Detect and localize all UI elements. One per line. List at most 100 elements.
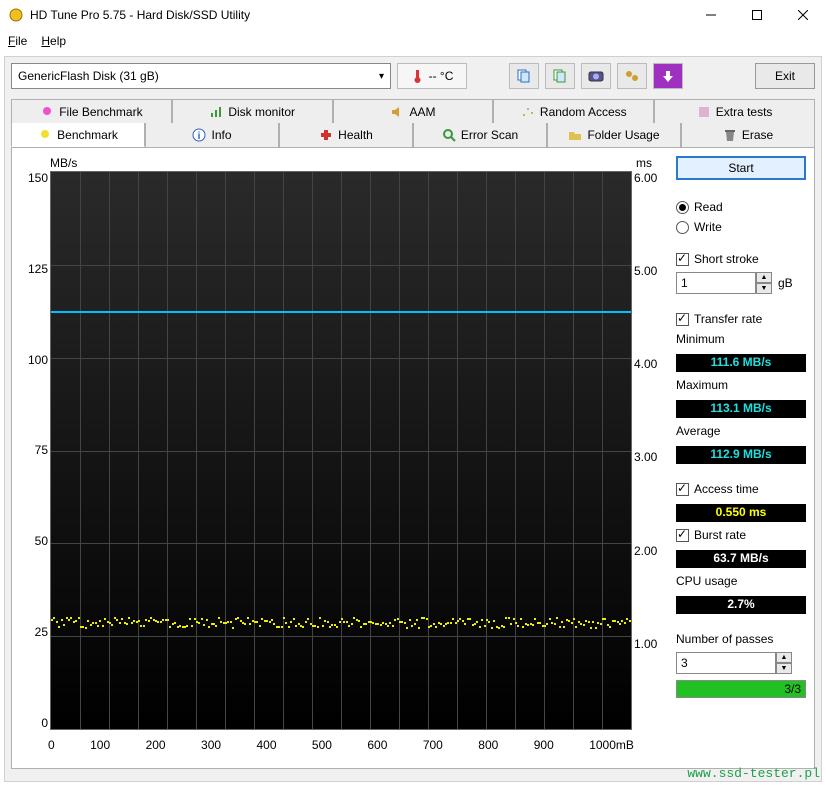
- burst-rate-checkbox[interactable]: Burst rate: [676, 528, 806, 542]
- write-label: Write: [694, 220, 722, 234]
- y-axis-right-label: ms: [636, 156, 652, 170]
- tick: 50: [20, 534, 48, 548]
- tick: 600: [367, 738, 387, 752]
- progress-text: 3/3: [784, 682, 801, 696]
- tab-erase[interactable]: Erase: [681, 123, 815, 147]
- tick: 100: [20, 353, 48, 367]
- tabs: File Benchmark Disk monitor AAM Random A…: [11, 99, 815, 769]
- toolbar: GenericFlash Disk (31 gB) ▾ -- °C Exit: [11, 63, 815, 89]
- minimum-label: Minimum: [676, 332, 806, 346]
- svg-text:i: i: [198, 131, 201, 142]
- access-time-checkbox[interactable]: Access time: [676, 482, 806, 496]
- tick: 900: [534, 738, 554, 752]
- start-button[interactable]: Start: [676, 156, 806, 180]
- tab-folder-usage[interactable]: Folder Usage: [547, 123, 681, 147]
- tick: 125: [20, 262, 48, 276]
- chevron-down-icon: ▾: [379, 71, 384, 82]
- maximum-value: 113.1 MB/s: [676, 400, 806, 418]
- tick: 1000mB: [589, 738, 634, 752]
- copy-info-button[interactable]: [509, 63, 539, 89]
- short-stroke-spinner: ▲▼ gB: [676, 272, 806, 294]
- spin-up-button[interactable]: ▲: [776, 652, 792, 663]
- menu-help[interactable]: Help: [41, 34, 66, 48]
- short-stroke-input[interactable]: [676, 272, 756, 294]
- scatter-icon: [521, 105, 535, 119]
- average-value: 112.9 MB/s: [676, 446, 806, 464]
- close-button[interactable]: [780, 0, 826, 30]
- tick: 75: [20, 443, 48, 457]
- menu-file[interactable]: File: [8, 34, 27, 48]
- tab-label: Folder Usage: [587, 128, 659, 142]
- tab-error-scan[interactable]: Error Scan: [413, 123, 547, 147]
- device-select[interactable]: GenericFlash Disk (31 gB) ▾: [11, 63, 391, 89]
- tab-label: Error Scan: [461, 128, 518, 142]
- passes-spinner: ▲▼: [676, 652, 806, 674]
- spin-down-button[interactable]: ▼: [776, 663, 792, 674]
- tick: 150: [20, 171, 48, 185]
- short-stroke-unit: gB: [778, 276, 793, 290]
- tab-health[interactable]: Health: [279, 123, 413, 147]
- save-screenshot-button[interactable]: [581, 63, 611, 89]
- info-icon: i: [192, 128, 206, 142]
- check-icon: [676, 529, 689, 542]
- speaker-icon: [390, 105, 404, 119]
- tick: 0: [20, 716, 48, 730]
- check-icon: [676, 483, 689, 496]
- tab-label: Disk monitor: [228, 105, 295, 119]
- tab-benchmark[interactable]: Benchmark: [11, 123, 145, 147]
- write-radio[interactable]: Write: [676, 220, 806, 234]
- radio-icon: [676, 201, 689, 214]
- minimize-button[interactable]: [688, 0, 734, 30]
- read-label: Read: [694, 200, 723, 214]
- tick: 6.00: [634, 171, 664, 185]
- bulb-icon: [40, 105, 54, 119]
- average-label: Average: [676, 424, 806, 438]
- y-axis-left-label: MB/s: [50, 156, 77, 170]
- tab-label: AAM: [409, 105, 435, 119]
- radio-icon: [676, 221, 689, 234]
- main-panel: GenericFlash Disk (31 gB) ▾ -- °C Exit F…: [4, 56, 822, 782]
- trash-icon: [723, 128, 737, 142]
- benchmark-panel: MB/s ms 150 125 100 75 50 25 0 6.00 5.00…: [11, 147, 815, 769]
- passes-label: Number of passes: [676, 632, 806, 646]
- exit-button[interactable]: Exit: [755, 63, 815, 89]
- window-title: HD Tune Pro 5.75 - Hard Disk/SSD Utility: [30, 8, 250, 22]
- check-icon: [676, 253, 689, 266]
- read-radio[interactable]: Read: [676, 200, 806, 214]
- temperature-value: -- °C: [429, 69, 454, 83]
- thermometer-icon: [411, 69, 425, 83]
- window-controls: [688, 0, 826, 30]
- spin-down-button[interactable]: ▼: [756, 283, 772, 294]
- tab-label: Benchmark: [57, 128, 118, 142]
- short-stroke-label: Short stroke: [694, 252, 759, 266]
- temperature-box: -- °C: [397, 63, 467, 89]
- tick: 1.00: [634, 637, 664, 651]
- burst-rate-value: 63.7 MB/s: [676, 550, 806, 568]
- tab-info[interactable]: iInfo: [145, 123, 279, 147]
- tick: 500: [312, 738, 332, 752]
- y-axis-right-ticks: 6.00 5.00 4.00 3.00 2.00 1.00: [634, 171, 664, 730]
- tick: 300: [201, 738, 221, 752]
- passes-input[interactable]: [676, 652, 776, 674]
- tests-icon: [697, 105, 711, 119]
- tab-disk-monitor[interactable]: Disk monitor: [172, 99, 333, 123]
- copy-screenshot-button[interactable]: [545, 63, 575, 89]
- title-bar: HD Tune Pro 5.75 - Hard Disk/SSD Utility: [0, 0, 826, 30]
- tab-extra-tests[interactable]: Extra tests: [654, 99, 815, 123]
- tick: 400: [256, 738, 276, 752]
- tick: 3.00: [634, 450, 664, 464]
- spin-up-button[interactable]: ▲: [756, 272, 772, 283]
- tick: 700: [423, 738, 443, 752]
- transfer-rate-checkbox[interactable]: Transfer rate: [676, 312, 806, 326]
- maximize-button[interactable]: [734, 0, 780, 30]
- plot-area: [50, 171, 632, 730]
- benchmark-controls: Start Read Write Short stroke ▲▼ gB Tran…: [676, 156, 806, 760]
- tab-aam[interactable]: AAM: [333, 99, 494, 123]
- options-button[interactable]: [617, 63, 647, 89]
- tab-random-access[interactable]: Random Access: [493, 99, 654, 123]
- tab-file-benchmark[interactable]: File Benchmark: [11, 99, 172, 123]
- short-stroke-checkbox[interactable]: Short stroke: [676, 252, 806, 266]
- x-axis-ticks: 0 100 200 300 400 500 600 700 800 900 10…: [48, 738, 634, 752]
- minimize-tray-button[interactable]: [653, 63, 683, 89]
- maximum-label: Maximum: [676, 378, 806, 392]
